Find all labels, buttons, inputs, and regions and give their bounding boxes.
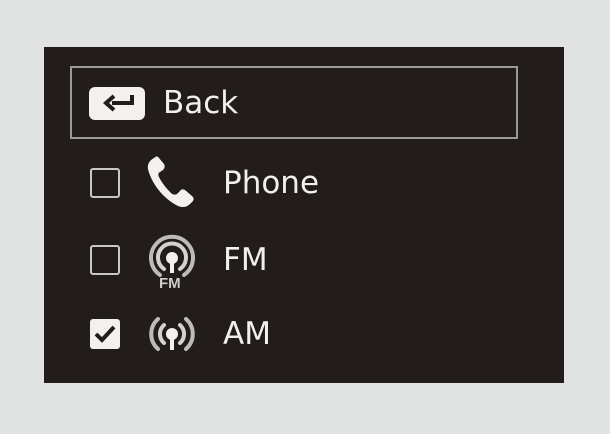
source-item-phone[interactable]: Phone xyxy=(44,152,564,214)
back-label: Back xyxy=(163,85,239,121)
am-label: AM xyxy=(223,316,271,352)
source-item-am[interactable]: AM xyxy=(44,303,564,365)
phone-label: Phone xyxy=(223,165,320,201)
fm-label: FM xyxy=(223,242,268,278)
back-button[interactable]: Back xyxy=(70,66,518,139)
fm-checkbox[interactable] xyxy=(90,245,120,275)
fm-icon-text: FM xyxy=(159,275,181,289)
am-checkbox[interactable] xyxy=(90,319,120,349)
checkmark-icon xyxy=(94,325,116,343)
phone-checkbox[interactable] xyxy=(90,168,120,198)
audio-source-menu: Back Phone FM FM AM xyxy=(44,47,564,383)
source-item-fm[interactable]: FM FM xyxy=(44,229,564,291)
